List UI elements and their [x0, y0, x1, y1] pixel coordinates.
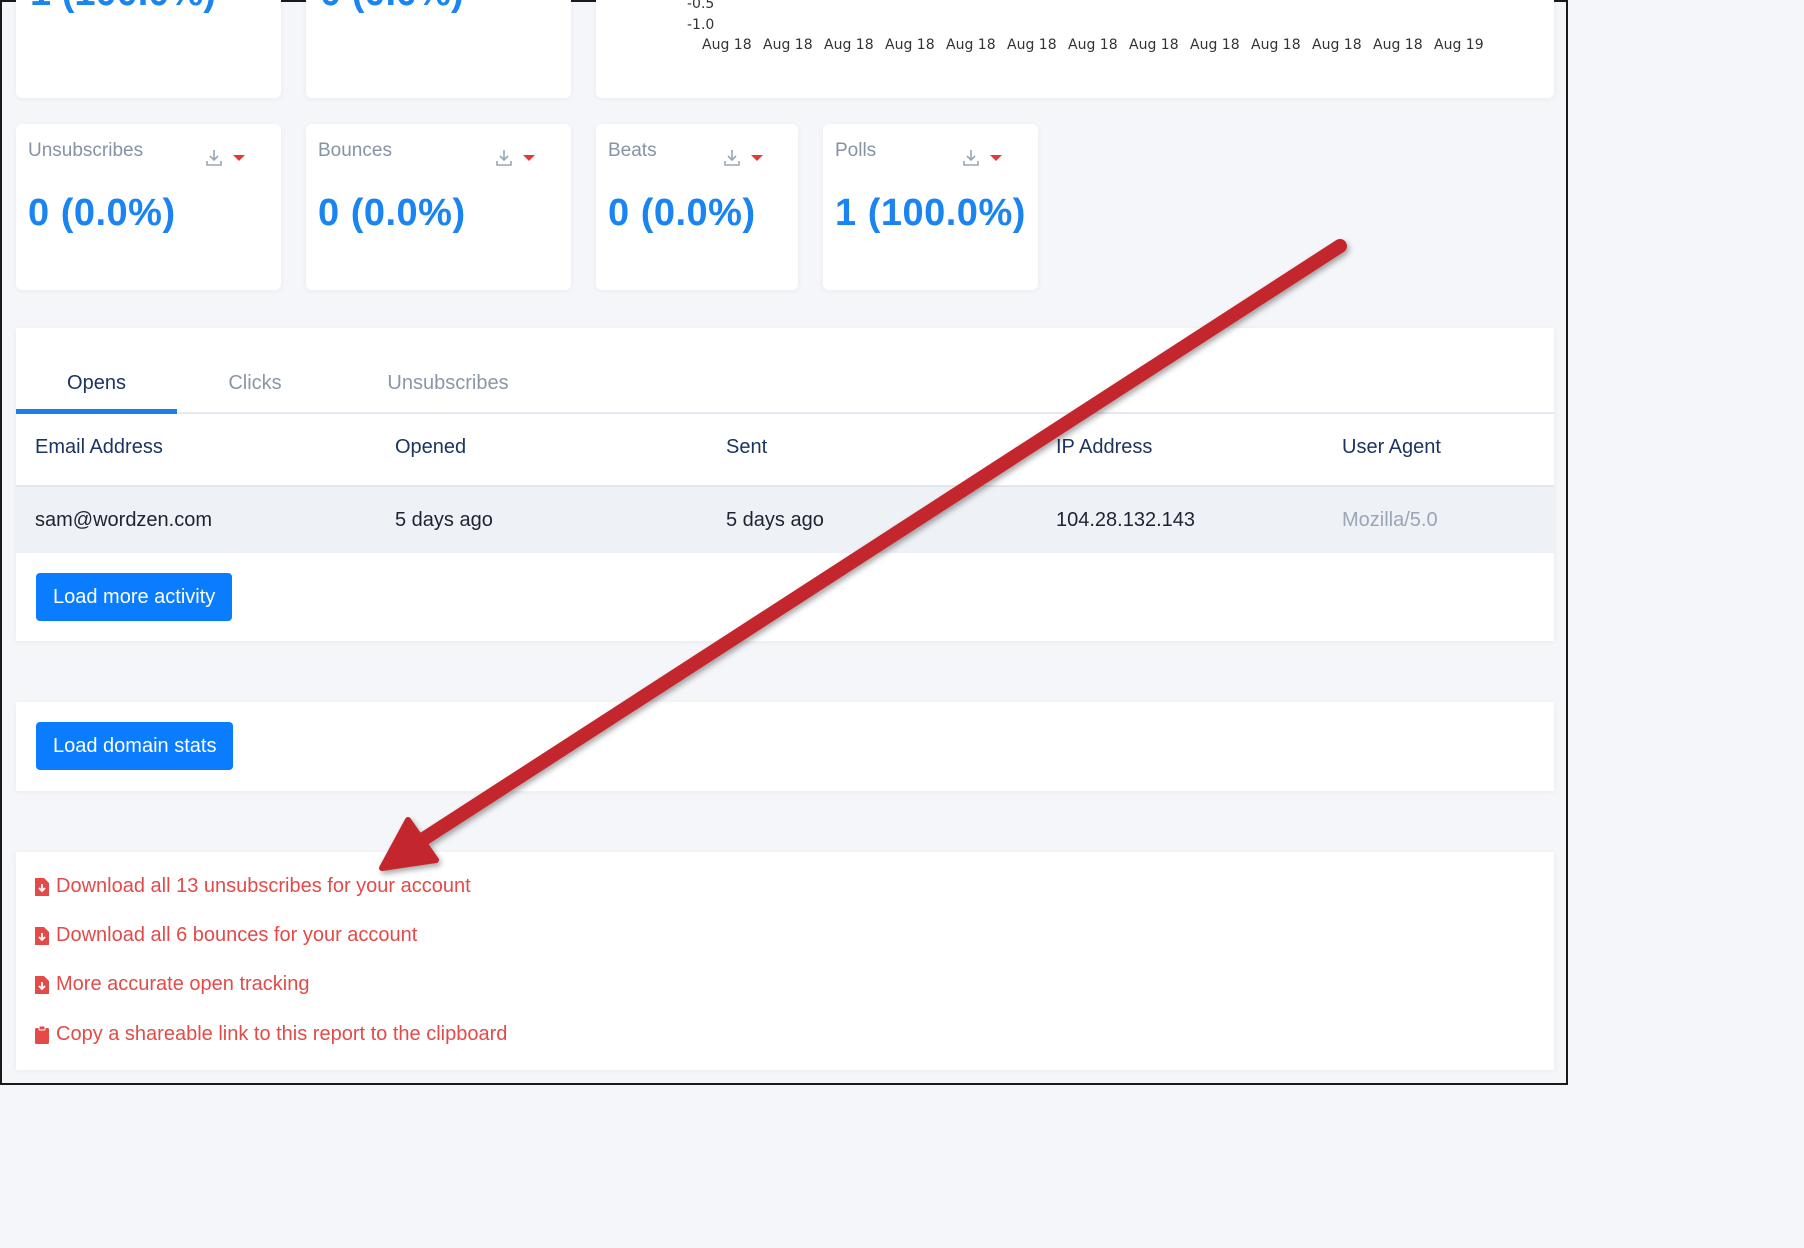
- link-label: More accurate open tracking: [56, 973, 310, 995]
- y-tick-label: -1.0: [687, 17, 715, 33]
- caret-down-icon[interactable]: [522, 153, 536, 163]
- download-icon[interactable]: [961, 148, 981, 168]
- stat-card-top-2: 0 (0.0%): [306, 0, 571, 98]
- stat-value: 0 (0.0%): [28, 192, 176, 234]
- x-tick-label: Aug 19: [1434, 37, 1484, 53]
- open-tracking-link[interactable]: More accurate open tracking: [34, 973, 309, 996]
- activity-panel: Opens Clicks Unsubscribes Email Address …: [16, 328, 1554, 641]
- column-header-ip[interactable]: IP Address: [1056, 436, 1152, 459]
- stat-value: 1 (100.0%): [835, 192, 1026, 234]
- x-tick-label: Aug 18: [1373, 37, 1423, 53]
- file-download-icon: [35, 877, 49, 896]
- download-icon[interactable]: [722, 148, 742, 168]
- stat-card-beats: Beats 0 (0.0%): [596, 124, 798, 290]
- load-domain-stats-button[interactable]: Load domain stats: [36, 722, 234, 770]
- domain-stats-panel: Load domain stats: [16, 702, 1554, 791]
- stat-card-polls: Polls 1 (100.0%): [823, 124, 1038, 290]
- email-cell: sam@wordzen.com: [35, 509, 213, 531]
- x-tick-label: Aug 18: [1251, 37, 1301, 53]
- caret-down-icon[interactable]: [989, 153, 1003, 163]
- copy-share-link[interactable]: Copy a shareable link to this report to …: [34, 1023, 507, 1046]
- stat-value: 0 (0.0%): [608, 192, 756, 234]
- download-icon[interactable]: [494, 148, 514, 168]
- user-agent-cell: Mozilla/5.0: [1342, 509, 1438, 531]
- table-row: sam@wordzen.com 5 days ago 5 days ago 10…: [16, 485, 1554, 553]
- caret-down-icon[interactable]: [232, 153, 246, 163]
- stat-value: 0 (0.0%): [318, 192, 466, 234]
- x-tick-label: Aug 18: [1129, 37, 1179, 53]
- stat-title: Beats: [608, 140, 657, 161]
- tab-unsubscribes[interactable]: Unsubscribes: [370, 364, 526, 414]
- x-tick-label: Aug 18: [1190, 37, 1240, 53]
- download-bounces-link[interactable]: Download all 6 bounces for your account: [34, 924, 417, 947]
- tab-opens[interactable]: Opens: [16, 364, 177, 414]
- column-header-email[interactable]: Email Address: [35, 436, 163, 459]
- chart-card: -0.5 -1.0 Aug 18 Aug 18 Aug 18 Aug 18 Aug 18…: [596, 0, 1554, 98]
- column-header-user-agent[interactable]: User Agent: [1342, 436, 1441, 459]
- stat-card-top-1: 1 (100.0%): [16, 0, 281, 98]
- link-label: Download all 13 unsubscribes for your ac…: [56, 875, 471, 897]
- x-tick-label: Aug 18: [824, 37, 874, 53]
- column-header-opened[interactable]: Opened: [395, 436, 466, 459]
- column-header-sent[interactable]: Sent: [726, 436, 767, 459]
- tab-clicks[interactable]: Clicks: [195, 364, 315, 414]
- load-more-activity-button[interactable]: Load more activity: [36, 573, 233, 621]
- x-tick-label: Aug 18: [1068, 37, 1118, 53]
- stat-card-bounces: Bounces 0 (0.0%): [306, 124, 571, 290]
- download-icon[interactable]: [204, 148, 224, 168]
- tab-bar: Opens Clicks Unsubscribes: [16, 364, 1554, 414]
- stat-title: Polls: [835, 140, 877, 161]
- x-tick-label: Aug 18: [702, 37, 752, 53]
- ip-cell: 104.28.132.143: [1056, 509, 1196, 531]
- opened-cell: 5 days ago: [395, 509, 493, 531]
- file-download-icon: [35, 975, 49, 994]
- x-tick-label: Aug 18: [885, 37, 935, 53]
- x-tick-label: Aug 18: [1312, 37, 1362, 53]
- stat-title: Bounces: [318, 140, 392, 161]
- stat-value: 0 (0.0%): [320, 0, 464, 15]
- stat-card-unsubscribes: Unsubscribes 0 (0.0%): [16, 124, 281, 290]
- sent-cell: 5 days ago: [726, 509, 824, 531]
- x-tick-label: Aug 18: [1007, 37, 1057, 53]
- caret-down-icon[interactable]: [750, 153, 764, 163]
- y-tick-label: -0.5: [687, 0, 715, 12]
- link-label: Download all 6 bounces for your account: [56, 924, 418, 946]
- x-tick-label: Aug 18: [946, 37, 996, 53]
- clipboard-icon: [35, 1025, 49, 1044]
- x-tick-label: Aug 18: [763, 37, 813, 53]
- download-unsubscribes-link[interactable]: Download all 13 unsubscribes for your ac…: [34, 875, 471, 898]
- stat-title: Unsubscribes: [28, 140, 144, 161]
- link-label: Copy a shareable link to this report to …: [56, 1023, 508, 1045]
- file-download-icon: [35, 926, 49, 945]
- stat-value: 1 (100.0%): [30, 0, 216, 15]
